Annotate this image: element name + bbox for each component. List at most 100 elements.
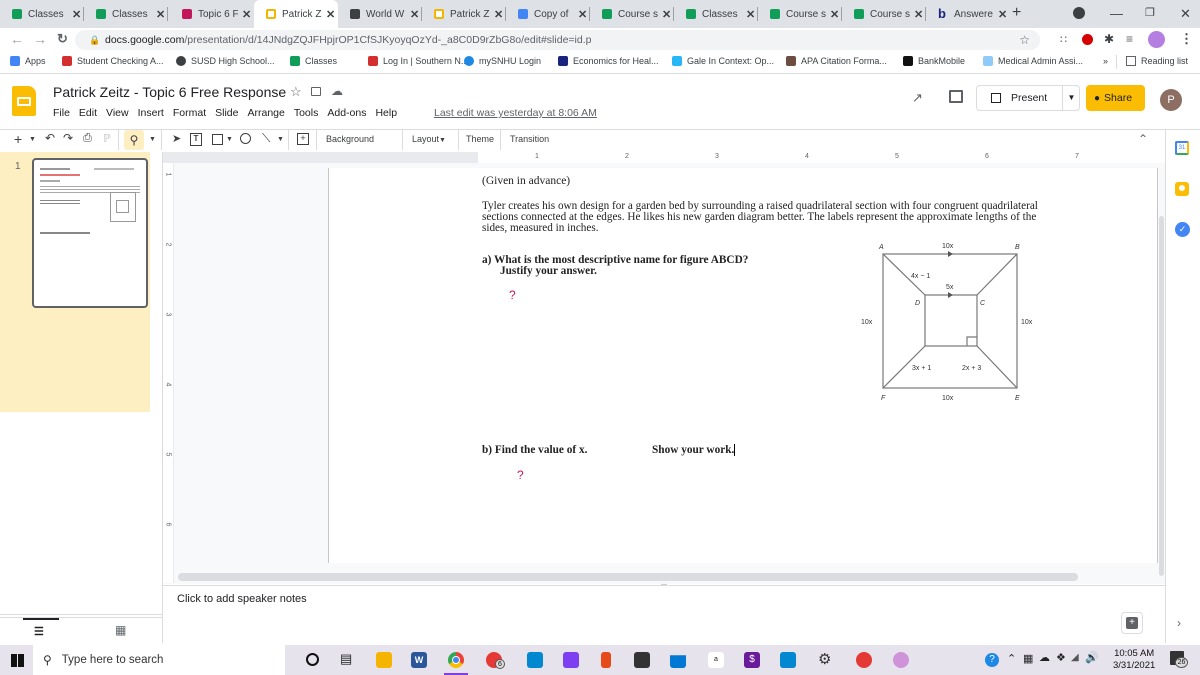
minimize-button[interactable]: — (1110, 6, 1123, 21)
meet-now-icon[interactable]: ▦ (1023, 652, 1033, 665)
chrome-taskbar-icon[interactable] (448, 652, 464, 668)
line-dropdown[interactable]: ▼ (277, 136, 284, 143)
url-input[interactable]: 🔒 docs.google.com/presentation/d/14JNdgZ… (75, 30, 1040, 50)
print-icon[interactable]: ⎙ (83, 132, 92, 145)
your-phone-icon[interactable] (780, 652, 796, 668)
bookmark-item[interactable]: mySNHU Login (464, 56, 541, 66)
star-icon[interactable]: ☆ (290, 84, 302, 100)
dropbox-icon[interactable]: ❖ (1056, 651, 1066, 664)
close-tab-icon[interactable]: ✕ (156, 8, 165, 21)
cortana-app-icon[interactable] (563, 652, 579, 668)
bookmark-item[interactable]: APA Citation Forma... (786, 56, 887, 66)
close-tab-icon[interactable]: ✕ (578, 8, 587, 21)
answer-b-placeholder[interactable]: ? (517, 468, 524, 482)
horizontal-scrollbar[interactable] (178, 573, 1078, 581)
bookmark-item[interactable]: Log In | Southern N... (368, 56, 468, 66)
close-tab-icon[interactable]: ✕ (830, 8, 839, 21)
extensions-puzzle-icon[interactable]: ✱ (1104, 32, 1114, 46)
close-tab-icon[interactable]: ✕ (662, 8, 671, 21)
slide-thumbnail[interactable] (32, 158, 148, 308)
mail-icon[interactable] (670, 655, 686, 668)
bookmark-item[interactable]: Economics for Heal... (558, 56, 659, 66)
close-tab-icon[interactable]: ✕ (746, 8, 755, 21)
layout-button[interactable]: Layout▼ (412, 134, 446, 144)
browser-tab[interactable]: Course s ✕ (590, 0, 674, 28)
menu-item[interactable]: Edit (79, 107, 97, 119)
back-button[interactable]: ← (10, 31, 24, 47)
word-icon[interactable]: W (411, 652, 427, 668)
bookmarks-overflow-button[interactable]: » (1103, 56, 1108, 66)
select-cursor-icon[interactable]: ➤ (172, 132, 181, 145)
image-icon[interactable] (212, 134, 223, 145)
present-button[interactable]: Present (977, 86, 1062, 110)
close-tab-icon[interactable]: ✕ (72, 8, 81, 21)
background-button[interactable]: Background (326, 134, 374, 144)
explore-button[interactable]: + (1121, 612, 1143, 634)
extension-dots-icon[interactable]: ∷ (1060, 33, 1067, 46)
menu-item[interactable]: Help (375, 107, 397, 119)
profile-avatar-icon[interactable] (1148, 31, 1165, 48)
reload-button[interactable]: ↻ (57, 31, 68, 47)
present-dropdown-button[interactable]: ▼ (1062, 86, 1080, 110)
browser-tab[interactable]: Classes ✕ (674, 0, 758, 28)
account-avatar[interactable]: P (1160, 89, 1182, 111)
menu-item[interactable]: Add-ons (327, 107, 366, 119)
restore-button[interactable]: ❐ (1145, 6, 1155, 19)
speaker-notes-placeholder[interactable]: Click to add speaker notes (177, 593, 307, 605)
alarms-icon[interactable] (527, 652, 543, 668)
reading-list-button[interactable]: Reading list (1126, 56, 1188, 66)
close-tab-icon[interactable]: ✕ (914, 8, 923, 21)
zoom-icon[interactable]: ⚲ (124, 130, 144, 150)
grid-view-icon[interactable]: ▦ (115, 623, 126, 637)
office-icon[interactable] (601, 652, 611, 668)
shape-icon[interactable] (240, 133, 251, 144)
show-hidden-icons[interactable]: ⌃ (1007, 652, 1016, 665)
google-keep-icon[interactable] (1175, 182, 1189, 196)
bookmark-item[interactable]: Gale In Context: Op... (672, 56, 774, 66)
slide-page[interactable]: (Given in advance) Tyler creates his own… (328, 168, 1158, 563)
media-control-icon[interactable]: ≡ (1126, 32, 1133, 46)
app-s-icon[interactable]: $ (744, 652, 760, 668)
cortana-icon[interactable] (306, 653, 319, 666)
menu-item[interactable]: Tools (294, 107, 319, 119)
new-slide-button[interactable]: + (14, 131, 22, 147)
close-tab-icon[interactable]: ✕ (494, 8, 503, 21)
browser-tab[interactable]: Course s ✕ (758, 0, 842, 28)
menu-item[interactable]: Insert (138, 107, 164, 119)
show-side-panel-icon[interactable]: › (1177, 616, 1181, 630)
google-tasks-icon[interactable]: ✓ (1175, 222, 1190, 237)
close-tab-icon[interactable]: ✕ (410, 8, 419, 21)
youtube-music-icon[interactable] (856, 652, 872, 668)
trend-micro-extension-icon[interactable] (1082, 34, 1093, 45)
browser-tab[interactable]: Copy of ✕ (506, 0, 590, 28)
line-icon[interactable]: ⟍ (262, 131, 270, 146)
browser-tab[interactable]: Classes ✕ (84, 0, 168, 28)
amazon-icon[interactable]: a (708, 652, 724, 668)
new-slide-dropdown[interactable]: ▼ (29, 136, 36, 143)
browser-tab[interactable]: Patrick Z ✕ (254, 0, 338, 28)
filmstrip-view-icon[interactable]: ☰ (34, 625, 44, 638)
browser-tab[interactable]: b Answere ✕ (926, 0, 1010, 28)
answer-a-placeholder[interactable]: ? (509, 288, 516, 302)
google-calendar-icon[interactable]: 31 (1175, 141, 1189, 155)
bookmark-item[interactable]: SUSD High School... (176, 56, 275, 66)
activity-dashboard-icon[interactable]: ↗ (912, 90, 923, 106)
document-title[interactable]: Patrick Zeitz - Topic 6 Free Response (53, 84, 286, 100)
bookmark-star-icon[interactable]: ☆ (1019, 30, 1030, 50)
browser-tab[interactable]: Patrick Z ✕ (422, 0, 506, 28)
onedrive-icon[interactable]: ☁ (1039, 651, 1050, 664)
browser-tab[interactable]: Classes ✕ (0, 0, 84, 28)
forward-button[interactable]: → (33, 31, 47, 47)
theme-button[interactable]: Theme (466, 134, 494, 144)
wifi-icon[interactable]: ◢ (1071, 652, 1079, 663)
image-dropdown[interactable]: ▼ (226, 136, 233, 143)
help-icon[interactable]: ? (985, 653, 999, 667)
browser-tab[interactable]: World W ✕ (338, 0, 422, 28)
share-button[interactable]: ● Share (1086, 85, 1145, 111)
vertical-scrollbar[interactable] (1159, 216, 1164, 576)
undo-icon[interactable]: ↶ (45, 131, 55, 145)
move-to-folder-icon[interactable] (311, 87, 321, 96)
speaker-notes[interactable]: Click to add speaker notes (163, 585, 1165, 643)
bookmark-item[interactable]: BankMobile (903, 56, 965, 66)
task-view-icon[interactable]: ▤ (340, 651, 352, 667)
